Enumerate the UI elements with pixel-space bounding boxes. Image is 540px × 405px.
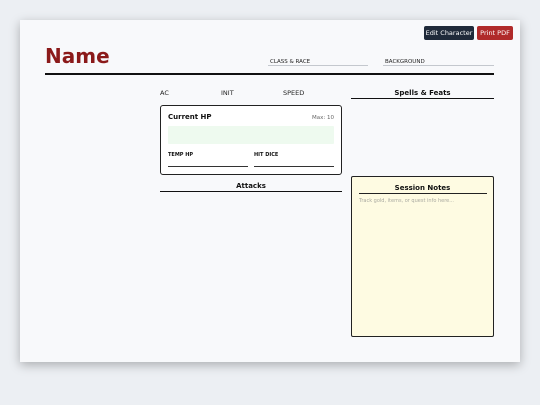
class-race-field[interactable] [268,65,368,66]
session-notes-divider [359,193,487,194]
character-name[interactable]: Name [45,44,110,68]
session-notes-heading: Session Notes [394,184,451,192]
speed-label: SPEED [283,89,305,97]
print-pdf-button[interactable]: Print PDF [477,26,513,40]
current-hp-label: Current HP [168,113,212,121]
ac-label: AC [160,89,169,97]
header-divider [45,73,494,75]
session-notes-placeholder: Track gold, items, or quest info here... [359,198,455,204]
background-field[interactable] [383,65,494,66]
max-hp-value: Max: 10 [312,115,334,121]
temp-hp-label: TEMP HP [168,152,194,158]
hp-card: Current HP Max: 10 TEMP HP HIT DICE [160,105,342,175]
hit-dice-label: HIT DICE [254,152,279,158]
spells-feats-divider [351,98,494,99]
spells-feats-heading: Spells & Feats [394,89,451,97]
attacks-heading: Attacks [236,182,266,190]
temp-hp-input[interactable] [168,166,248,167]
character-sheet: Edit Character Print PDF Name CLASS & RA… [20,20,520,362]
attacks-divider [160,191,342,192]
session-notes-panel[interactable]: Session Notes Track gold, items, or ques… [351,176,494,337]
current-hp-input[interactable] [168,126,334,144]
hit-dice-input[interactable] [254,166,334,167]
init-label: INIT [221,89,234,97]
edit-character-button[interactable]: Edit Character [424,26,474,40]
